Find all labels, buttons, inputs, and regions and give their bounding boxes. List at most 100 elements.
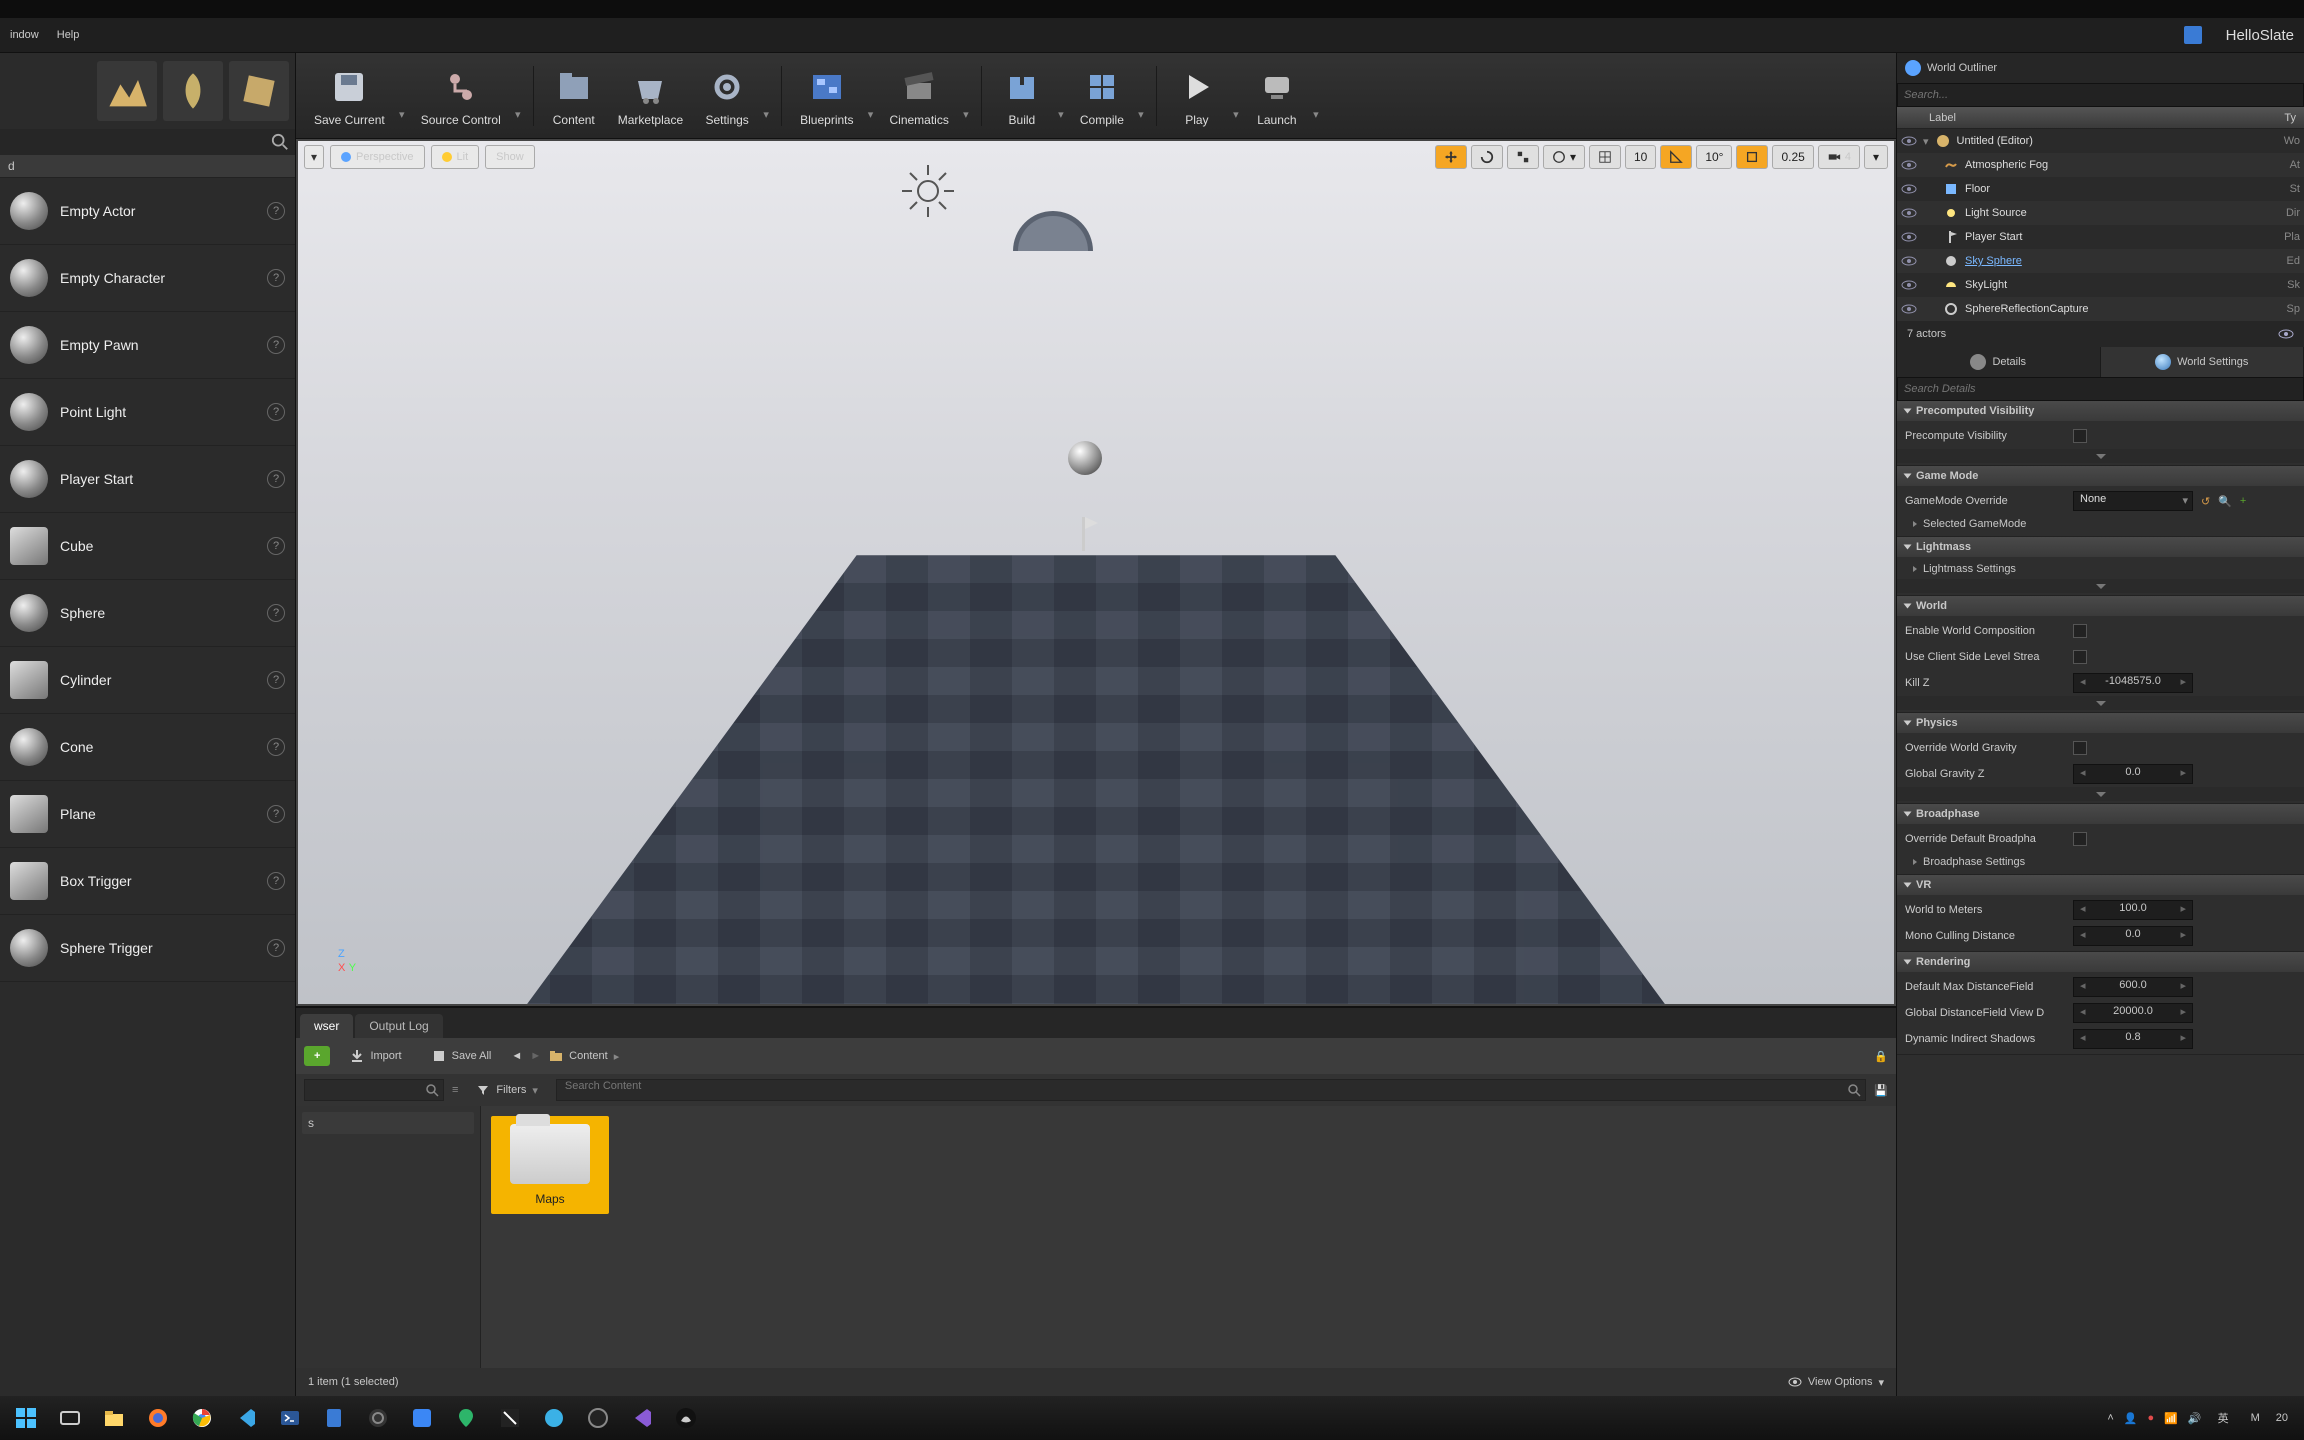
menu-help[interactable]: Help	[57, 29, 80, 41]
lock-icon[interactable]: 🔒	[1874, 1050, 1888, 1063]
dropdown-icon[interactable]: ▾	[759, 71, 773, 131]
section-game-mode[interactable]: Game Mode	[1897, 466, 2304, 486]
help-icon[interactable]: ?	[267, 671, 285, 689]
transform-translate-button[interactable]	[1435, 145, 1467, 169]
section-broadphase[interactable]: Broadphase	[1897, 804, 2304, 824]
actor-item[interactable]: Empty Actor?	[0, 178, 295, 245]
compile-button[interactable]: Compile	[1070, 61, 1134, 131]
powershell-icon[interactable]	[270, 1400, 310, 1436]
actor-item[interactable]: Cylinder?	[0, 647, 295, 714]
actor-item[interactable]: Point Light?	[0, 379, 295, 446]
actor-item[interactable]: Player Start?	[0, 446, 295, 513]
checkbox[interactable]	[2073, 832, 2087, 846]
clock[interactable]: 20	[2276, 1412, 2288, 1424]
wifi-icon[interactable]: 📶	[2164, 1412, 2178, 1425]
help-icon[interactable]: ?	[267, 604, 285, 622]
dropdown-icon[interactable]: ▾	[864, 71, 878, 131]
viewport-perspective-button[interactable]: Perspective	[330, 145, 424, 169]
section-vr[interactable]: VR	[1897, 875, 2304, 895]
outliner-row[interactable]: FloorSt	[1897, 177, 2304, 201]
content-browser-tab[interactable]: wser	[300, 1014, 353, 1038]
eye-icon[interactable]	[1901, 253, 1917, 269]
scale-snap-button[interactable]	[1736, 145, 1768, 169]
blueprints-button[interactable]: Blueprints	[790, 61, 863, 131]
outliner-row[interactable]: Light SourceDir	[1897, 201, 2304, 225]
nav-fwd-button[interactable]: ►	[530, 1050, 541, 1062]
dropdown-icon[interactable]: ▾	[395, 71, 409, 131]
viewport-maximize-button[interactable]: ▾	[1864, 145, 1888, 169]
number-input[interactable]: ◂100.0▸	[2073, 900, 2193, 920]
play-button[interactable]: Play	[1165, 61, 1229, 131]
search-icon[interactable]: 🔍	[2218, 495, 2232, 508]
file-explorer-icon[interactable]	[94, 1400, 134, 1436]
filters-button[interactable]: Filters▾	[466, 1079, 547, 1101]
vscode-icon[interactable]	[226, 1400, 266, 1436]
people-icon[interactable]: 👤	[2124, 1412, 2138, 1425]
add-icon[interactable]: +	[2240, 495, 2246, 507]
number-input[interactable]: ◂0.0▸	[2073, 764, 2193, 784]
number-input[interactable]: ◂0.0▸	[2073, 926, 2193, 946]
world-outliner-tab[interactable]: World Outliner	[1897, 53, 2304, 83]
number-input[interactable]: ◂600.0▸	[2073, 977, 2193, 997]
add-new-button[interactable]	[304, 1046, 330, 1066]
help-icon[interactable]: ?	[267, 269, 285, 287]
ime-lang[interactable]: 英	[2212, 1408, 2235, 1428]
obs-icon[interactable]	[358, 1400, 398, 1436]
view-options-button[interactable]: View Options▾	[1788, 1375, 1884, 1389]
sources-search-input[interactable]	[304, 1079, 444, 1101]
eye-icon[interactable]	[1901, 229, 1917, 245]
eye-icon[interactable]	[1901, 157, 1917, 173]
details-search-input[interactable]	[1897, 377, 2304, 401]
volume-icon[interactable]: 🔊	[2188, 1412, 2202, 1425]
mode-geometry-icon[interactable]	[229, 61, 289, 121]
megaphone-icon[interactable]	[2184, 26, 2202, 44]
maps-icon[interactable]	[446, 1400, 486, 1436]
coord-space-button[interactable]: ▾	[1543, 145, 1585, 169]
checkbox[interactable]	[2073, 429, 2087, 443]
prop-expand[interactable]: Lightmass Settings	[1897, 559, 2304, 579]
outliner-row[interactable]: Atmospheric FogAt	[1897, 153, 2304, 177]
section-precomputed-visibility[interactable]: Precomputed Visibility	[1897, 401, 2304, 421]
eye-icon[interactable]	[1901, 181, 1917, 197]
help-icon[interactable]: ?	[267, 738, 285, 756]
camera-speed-button[interactable]: 4	[1818, 145, 1860, 169]
outliner-row[interactable]: Sky SphereEd	[1897, 249, 2304, 273]
chrome-icon[interactable]	[182, 1400, 222, 1436]
menu-window[interactable]: indow	[10, 29, 39, 41]
number-input[interactable]: ◂0.8▸	[2073, 1029, 2193, 1049]
krita-icon[interactable]	[490, 1400, 530, 1436]
actor-item[interactable]: Sphere Trigger?	[0, 915, 295, 982]
transform-scale-button[interactable]	[1507, 145, 1539, 169]
section-lightmass[interactable]: Lightmass	[1897, 537, 2304, 557]
viewport-menu-button[interactable]: ▾	[304, 145, 324, 169]
dropdown-icon[interactable]: ▾	[959, 71, 973, 131]
outliner-row[interactable]: ▾ Untitled (Editor) Wo	[1897, 129, 2304, 153]
viewport-show-button[interactable]: Show	[485, 145, 535, 169]
checkbox[interactable]	[2073, 650, 2087, 664]
save-all-button[interactable]: Save All	[422, 1045, 502, 1067]
marketplace-button[interactable]: Marketplace	[608, 61, 693, 131]
dropdown-icon[interactable]: ▾	[1229, 71, 1243, 131]
help-icon[interactable]: ?	[267, 537, 285, 555]
system-tray[interactable]: ˄ 👤 ● 📶 🔊 英 M 20	[2097, 1408, 2298, 1428]
actor-item[interactable]: Empty Pawn?	[0, 312, 295, 379]
calculator-icon[interactable]	[314, 1400, 354, 1436]
section-rendering[interactable]: Rendering	[1897, 952, 2304, 972]
expand-icon[interactable]	[1897, 787, 2304, 801]
eye-icon[interactable]	[1901, 205, 1917, 221]
actor-item[interactable]: Cube?	[0, 513, 295, 580]
content-button[interactable]: Content	[542, 61, 606, 131]
app-icon[interactable]	[578, 1400, 618, 1436]
breadcrumb-root[interactable]: Content	[569, 1050, 608, 1062]
angle-snap-button[interactable]	[1660, 145, 1692, 169]
expand-icon[interactable]	[1897, 696, 2304, 710]
help-icon[interactable]: ?	[267, 470, 285, 488]
tray-expand-icon[interactable]: ˄	[2107, 1412, 2113, 1424]
asset-grid[interactable]: Maps	[481, 1106, 1896, 1368]
save-current-button[interactable]: Save Current	[304, 61, 395, 131]
actor-item[interactable]: Sphere?	[0, 580, 295, 647]
output-log-tab[interactable]: Output Log	[355, 1014, 442, 1038]
launch-button[interactable]: Launch	[1245, 61, 1309, 131]
eye-icon[interactable]	[2278, 326, 2294, 342]
help-icon[interactable]: ?	[267, 939, 285, 957]
